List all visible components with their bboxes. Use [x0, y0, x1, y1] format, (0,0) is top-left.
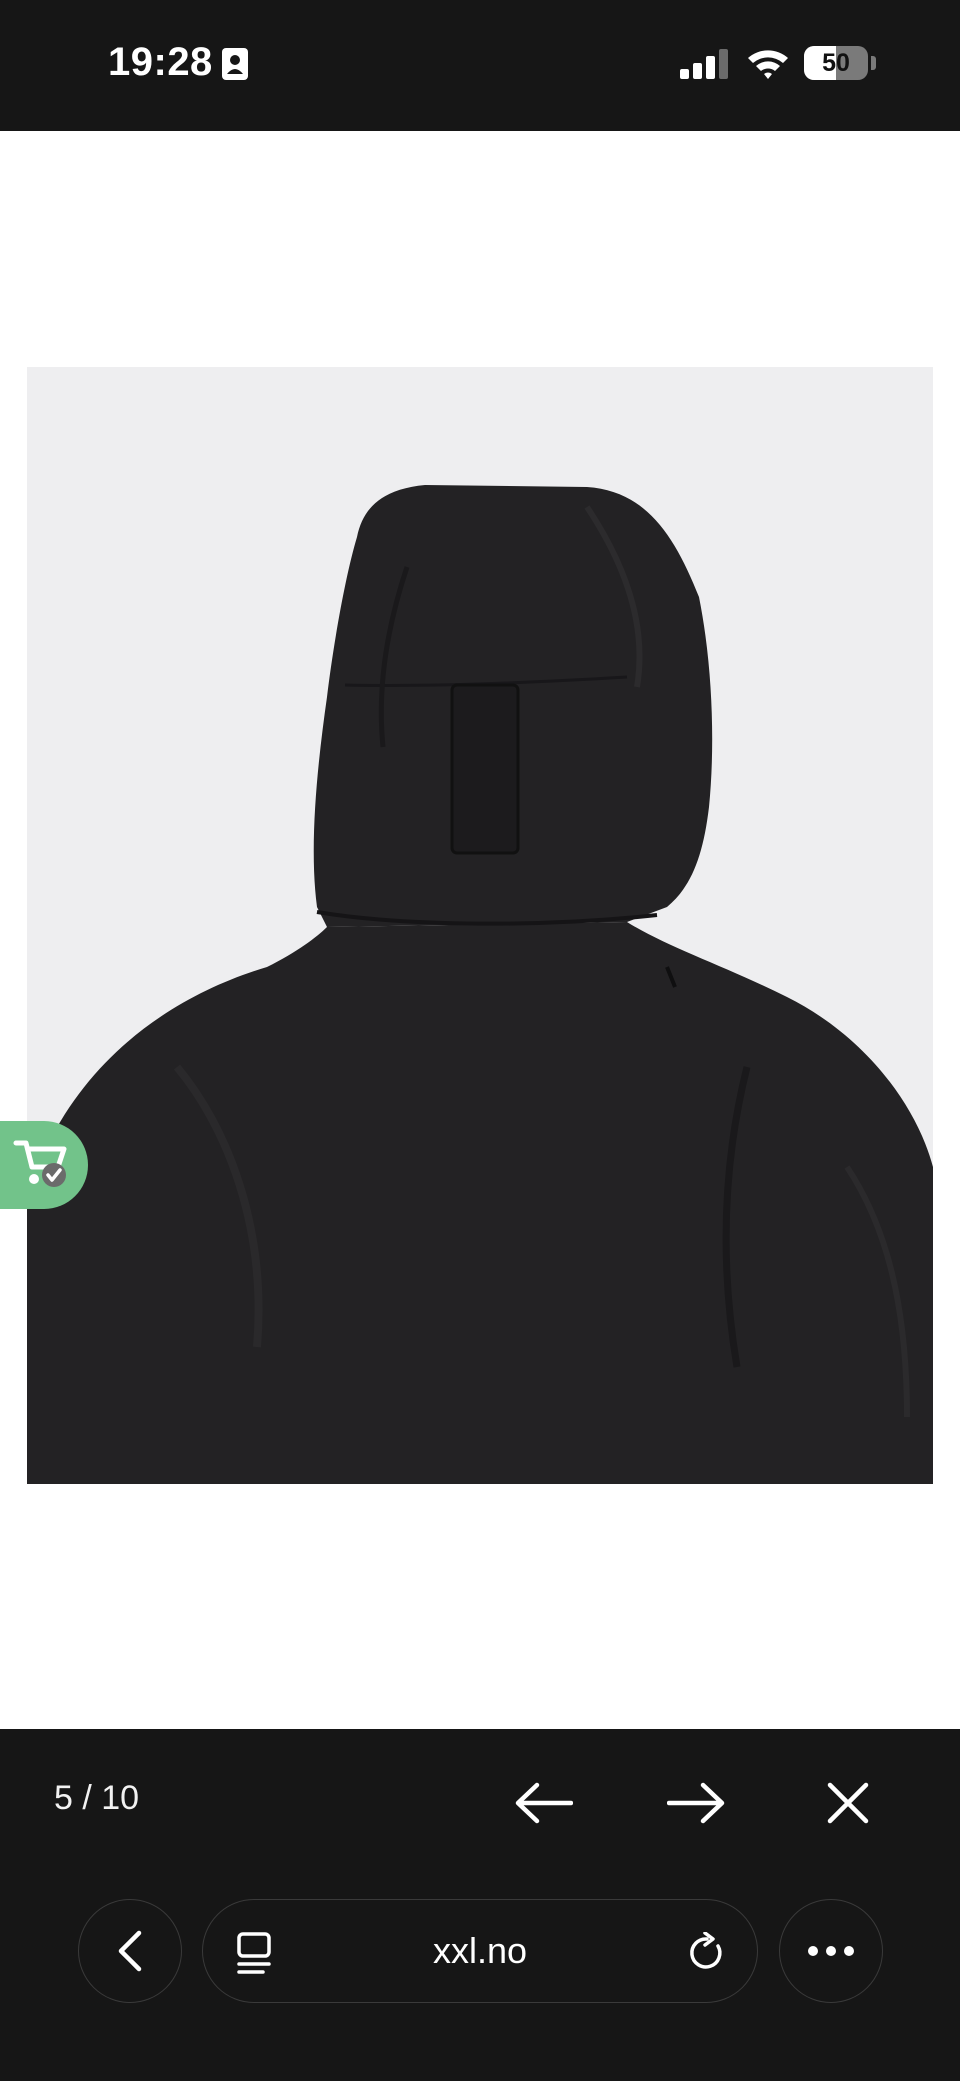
reload-icon[interactable] [687, 1931, 727, 1979]
battery-level-text: 50 [822, 48, 850, 77]
jacket-body [27, 922, 933, 1484]
image-viewer [0, 131, 960, 1729]
battery-cap [871, 56, 876, 70]
status-bar: 19:28 50 [0, 0, 960, 131]
wifi-icon [746, 46, 790, 85]
battery-icon: 50 [804, 46, 868, 80]
status-time: 19:28 [108, 40, 213, 84]
contact-card-icon [222, 48, 248, 85]
image-counter: 5 / 10 [54, 1779, 140, 1817]
previous-image-button[interactable] [512, 1771, 576, 1835]
more-options-button[interactable] [779, 1899, 883, 2003]
gallery-toolbar: 5 / 10 xxl.no [0, 1729, 960, 2081]
arrow-right-icon [667, 1782, 725, 1824]
close-gallery-button[interactable] [816, 1771, 880, 1835]
cart-badge[interactable] [0, 1121, 88, 1209]
url-text: xxl.no [432, 1930, 528, 1971]
next-image-button[interactable] [664, 1771, 728, 1835]
cellular-signal-icon [680, 49, 730, 84]
cart-check-icon [12, 1135, 72, 1196]
arrow-left-icon [515, 1782, 573, 1824]
close-icon [827, 1782, 869, 1824]
product-photo [27, 367, 933, 1484]
more-icon [808, 1946, 854, 1956]
browser-toolbar: xxl.no [0, 1899, 960, 2009]
browser-back-button[interactable] [78, 1899, 182, 2003]
chevron-left-icon [118, 1930, 142, 1972]
address-bar[interactable]: xxl.no [202, 1899, 758, 2003]
